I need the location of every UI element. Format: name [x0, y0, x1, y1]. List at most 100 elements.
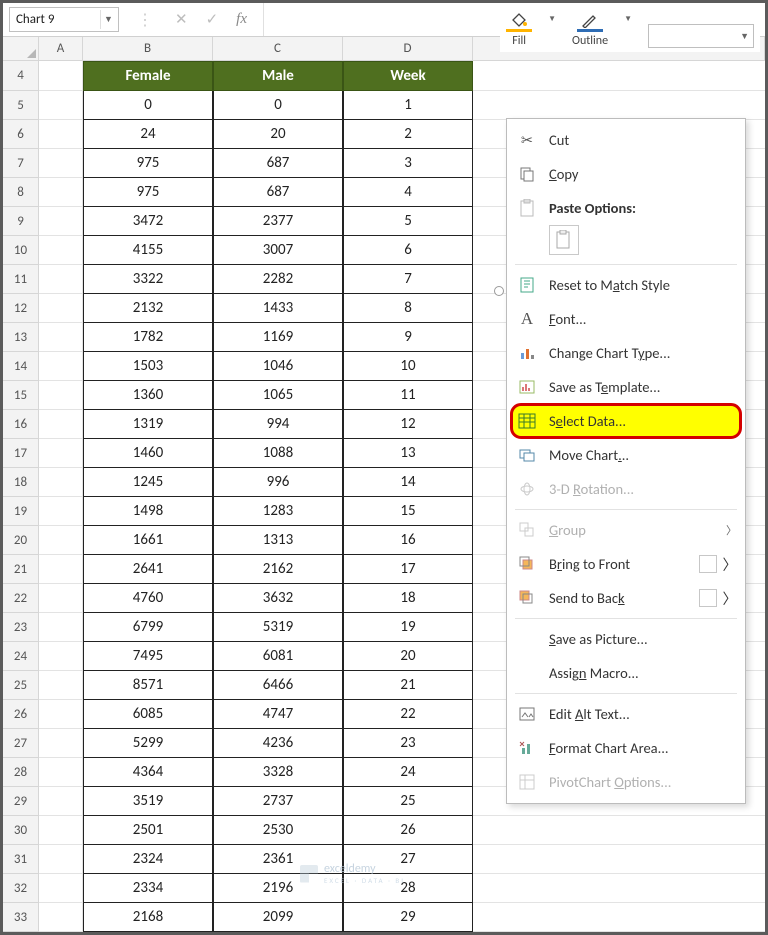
cell[interactable]: 2282 [213, 265, 343, 294]
cell[interactable] [39, 700, 83, 729]
cell[interactable] [39, 613, 83, 642]
cell[interactable]: 2196 [213, 874, 343, 903]
cell[interactable] [39, 729, 83, 758]
cell[interactable]: 21 [343, 671, 473, 700]
ctx-select-data[interactable]: Select Data... [511, 404, 741, 438]
cell[interactable]: 2168 [83, 903, 213, 932]
cell[interactable]: 22 [343, 700, 473, 729]
ctx-send-to-back[interactable]: Send to Back 〉 [507, 581, 745, 615]
cell[interactable]: 2 [343, 120, 473, 149]
cell[interactable]: 1 [343, 91, 473, 120]
cell[interactable] [473, 903, 765, 932]
cell[interactable]: 3 [343, 149, 473, 178]
cell[interactable] [39, 410, 83, 439]
col-head-a[interactable]: A [39, 37, 83, 60]
cell[interactable]: 1433 [213, 294, 343, 323]
enter-icon[interactable]: ✓ [206, 10, 219, 29]
cell[interactable]: 2334 [83, 874, 213, 903]
cell[interactable]: 27 [343, 845, 473, 874]
cell[interactable]: 2737 [213, 787, 343, 816]
cell[interactable]: 975 [83, 149, 213, 178]
fill-button[interactable]: Fill [506, 10, 532, 48]
cell[interactable]: 0 [83, 91, 213, 120]
cell[interactable]: 1046 [213, 352, 343, 381]
row-head[interactable]: 17 [3, 439, 39, 468]
cell[interactable]: 26 [343, 816, 473, 845]
ctx-font[interactable]: A Font... [507, 302, 745, 336]
cell[interactable]: 1065 [213, 381, 343, 410]
cell[interactable]: 2641 [83, 555, 213, 584]
ctx-edit-alt-text[interactable]: Edit Alt Text... [507, 697, 745, 731]
cell[interactable]: 1661 [83, 526, 213, 555]
cell[interactable]: 4364 [83, 758, 213, 787]
cell[interactable]: 12 [343, 410, 473, 439]
cell[interactable]: 3472 [83, 207, 213, 236]
cell[interactable] [39, 497, 83, 526]
cell[interactable] [39, 468, 83, 497]
ctx-assign-macro[interactable]: Assign Macro... [507, 656, 745, 690]
fx-icon[interactable]: fx [236, 11, 255, 28]
cell[interactable] [39, 236, 83, 265]
cell[interactable]: 5319 [213, 613, 343, 642]
cell[interactable]: Male [213, 61, 343, 91]
ctx-bring-to-front[interactable]: Bring to Front 〉 [507, 547, 745, 581]
cell[interactable]: 6 [343, 236, 473, 265]
cell[interactable]: 4236 [213, 729, 343, 758]
cell[interactable]: 2162 [213, 555, 343, 584]
ctx-cut[interactable]: ✂ Cut [507, 123, 745, 157]
row-head[interactable]: 11 [3, 265, 39, 294]
cell[interactable] [39, 149, 83, 178]
cell[interactable]: 28 [343, 874, 473, 903]
cell[interactable]: 5 [343, 207, 473, 236]
cell[interactable] [39, 91, 83, 120]
col-head-b[interactable]: B [83, 37, 213, 60]
row-head[interactable]: 6 [3, 120, 39, 149]
cell[interactable] [39, 787, 83, 816]
row-head[interactable]: 16 [3, 410, 39, 439]
cell[interactable] [39, 381, 83, 410]
cell[interactable]: 1360 [83, 381, 213, 410]
row-head[interactable]: 24 [3, 642, 39, 671]
cell[interactable]: 7 [343, 265, 473, 294]
cell[interactable]: 6085 [83, 700, 213, 729]
cell[interactable]: 24 [83, 120, 213, 149]
row-head[interactable]: 29 [3, 787, 39, 816]
cell[interactable] [39, 265, 83, 294]
ctx-move-chart[interactable]: Move Chart... [507, 438, 745, 472]
chevron-down-icon[interactable]: ▼ [548, 10, 556, 24]
cell[interactable]: Week [343, 61, 473, 91]
cell[interactable]: 16 [343, 526, 473, 555]
cell[interactable] [39, 61, 83, 91]
row-head[interactable]: 28 [3, 758, 39, 787]
cell[interactable] [473, 91, 765, 120]
chart-handle-icon[interactable] [494, 286, 504, 296]
cell[interactable]: 6081 [213, 642, 343, 671]
paste-option-icon[interactable] [549, 225, 579, 255]
ctx-copy[interactable]: Copy [507, 157, 745, 191]
row-head[interactable]: 30 [3, 816, 39, 845]
cell[interactable]: 687 [213, 178, 343, 207]
cell[interactable]: 996 [213, 468, 343, 497]
cell[interactable]: 1460 [83, 439, 213, 468]
cell[interactable] [39, 178, 83, 207]
row-head[interactable]: 23 [3, 613, 39, 642]
cell[interactable]: 10 [343, 352, 473, 381]
cell[interactable]: 1782 [83, 323, 213, 352]
cell[interactable]: 2530 [213, 816, 343, 845]
row-head[interactable]: 21 [3, 555, 39, 584]
cell[interactable]: 2361 [213, 845, 343, 874]
cell[interactable] [39, 845, 83, 874]
cell[interactable]: 4747 [213, 700, 343, 729]
row-head[interactable]: 8 [3, 178, 39, 207]
cell[interactable] [39, 352, 83, 381]
cell[interactable] [39, 874, 83, 903]
cell[interactable]: 3632 [213, 584, 343, 613]
split-frame[interactable] [699, 555, 717, 573]
row-head[interactable]: 18 [3, 468, 39, 497]
cancel-icon[interactable]: ✕ [175, 10, 188, 29]
outline-button[interactable]: Outline [572, 10, 608, 48]
cell[interactable]: 1088 [213, 439, 343, 468]
cell[interactable]: 1169 [213, 323, 343, 352]
cell[interactable]: 6799 [83, 613, 213, 642]
row-head[interactable]: 14 [3, 352, 39, 381]
